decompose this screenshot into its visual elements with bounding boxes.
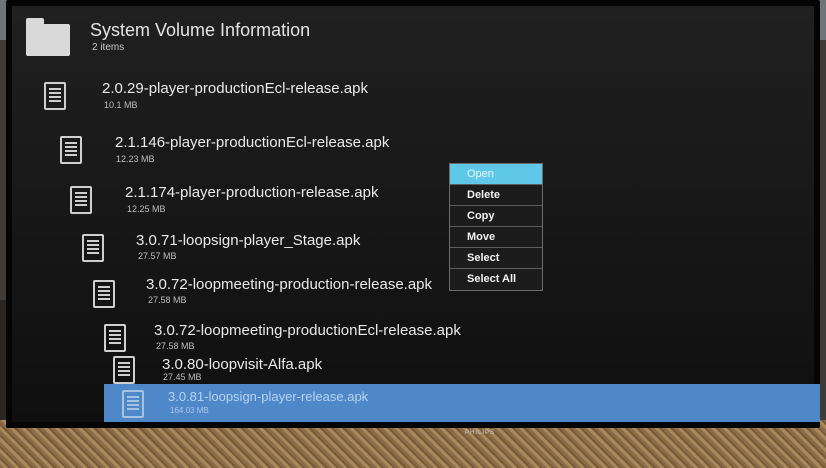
file-name: 2.1.146-player-productionEcl-release.apk bbox=[115, 134, 390, 151]
menu-item-delete[interactable]: Delete bbox=[450, 185, 542, 206]
monitor-brand-logo: PHILIPS bbox=[465, 430, 496, 436]
file-row[interactable]: 2.1.146-player-productionEcl-release.apk… bbox=[12, 122, 820, 174]
menu-item-select-all[interactable]: Select All bbox=[450, 269, 542, 290]
file-name: 2.0.29-player-productionEcl-release.apk bbox=[102, 80, 368, 97]
document-icon bbox=[113, 356, 135, 384]
file-name: 2.1.174-player-production-release.apk bbox=[125, 184, 379, 201]
menu-item-open[interactable]: Open bbox=[450, 164, 542, 185]
file-size: 12.25 MB bbox=[127, 204, 166, 214]
document-icon bbox=[93, 280, 115, 308]
file-row-selected[interactable]: 3.0.81-loopsign-player-release.apk 164.0… bbox=[104, 384, 820, 422]
file-size: 27.45 MB bbox=[163, 372, 202, 382]
file-row[interactable]: 3.0.72-loopmeeting-production-release.ap… bbox=[12, 268, 820, 320]
monitor-screen: System Volume Information 2 items 2.0.29… bbox=[6, 0, 820, 428]
document-icon bbox=[70, 186, 92, 214]
file-name: 3.0.72-loopmeeting-productionEcl-release… bbox=[154, 322, 461, 339]
menu-item-select[interactable]: Select bbox=[450, 248, 542, 269]
file-name: 3.0.71-loopsign-player_Stage.apk bbox=[136, 232, 361, 249]
file-row[interactable]: 2.1.174-player-production-release.apk 12… bbox=[12, 172, 820, 224]
menu-item-copy[interactable]: Copy bbox=[450, 206, 542, 227]
file-size: 27.58 MB bbox=[148, 295, 187, 305]
menu-item-move[interactable]: Move bbox=[450, 227, 542, 248]
file-size: 10.1 MB bbox=[104, 100, 138, 110]
folder-icon bbox=[26, 18, 70, 56]
file-name: 3.0.80-loopvisit-Alfa.apk bbox=[162, 356, 323, 373]
file-row[interactable]: 3.0.71-loopsign-player_Stage.apk 27.57 M… bbox=[12, 222, 820, 274]
document-icon bbox=[82, 234, 104, 262]
document-icon bbox=[122, 390, 144, 418]
document-icon bbox=[44, 82, 66, 110]
folder-item-count: 2 items bbox=[92, 42, 125, 53]
file-size: 27.57 MB bbox=[138, 251, 177, 261]
folder-title: System Volume Information bbox=[90, 20, 311, 40]
file-size: 12.23 MB bbox=[116, 154, 155, 164]
file-name: 3.0.72-loopmeeting-production-release.ap… bbox=[146, 276, 433, 293]
context-menu: Open Delete Copy Move Select Select All bbox=[449, 163, 543, 291]
document-icon bbox=[60, 136, 82, 164]
file-size: 164.03 MB bbox=[170, 406, 209, 415]
file-row[interactable]: 2.0.29-player-productionEcl-release.apk … bbox=[12, 68, 820, 120]
file-name: 3.0.81-loopsign-player-release.apk bbox=[168, 389, 369, 404]
